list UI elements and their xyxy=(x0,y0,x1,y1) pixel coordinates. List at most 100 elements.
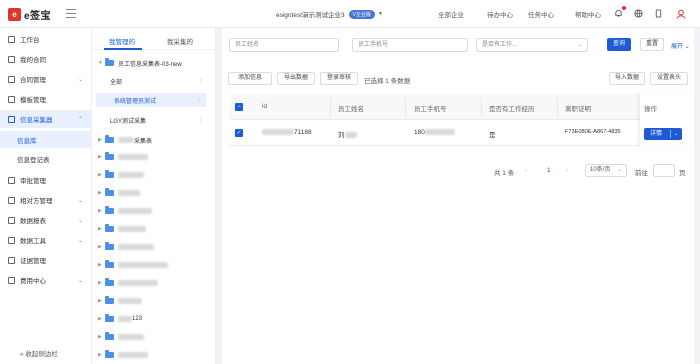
user-avatar-icon[interactable] xyxy=(676,9,686,19)
sidebar-item-billing[interactable]: 费用中心 ⌄ xyxy=(0,271,92,289)
expand-filters-link[interactable]: 展开 ⌄ xyxy=(671,41,690,50)
folder-icon xyxy=(105,58,114,66)
tree-folder[interactable]: ▶ xyxy=(92,330,212,344)
sidebar-item-label: 费用中心 xyxy=(20,278,46,285)
column-header-id[interactable]: id xyxy=(262,103,267,110)
add-info-button[interactable]: 添加信息 xyxy=(228,72,272,85)
tree-panel: 我管理的 我采集的 ▼ 员工信息采集表-03-new 全部 ⋮ 系统管理员测试 … xyxy=(92,28,216,364)
sidebar-item-data-reports[interactable]: 数据报表 ⌄ xyxy=(0,211,92,229)
tree-node-all[interactable]: 全部 ⋮ xyxy=(92,74,212,88)
chevron-right-icon: ▶ xyxy=(98,352,102,358)
prev-page-icon[interactable]: ‹ xyxy=(525,167,527,174)
tree-folder[interactable]: ▶ xyxy=(92,222,212,236)
folder-icon xyxy=(105,350,114,358)
sidebar-item-my-contracts[interactable]: 我的合同 xyxy=(0,50,92,68)
employee-phone-input[interactable]: 员工手机号 xyxy=(352,38,468,52)
sidebar-item-label: 信息采集器 xyxy=(20,117,53,124)
tab-active-indicator xyxy=(104,48,142,50)
sidebar-item-label: 模板管理 xyxy=(20,97,46,104)
sidebar-subitem-info-library[interactable]: 信息库 xyxy=(0,131,92,148)
page-number[interactable]: 1 xyxy=(547,167,551,174)
nav-task-center[interactable]: 任务中心 xyxy=(528,9,554,19)
tab-collected[interactable]: 我采集的 xyxy=(167,36,193,46)
sidebar-item-workbench[interactable]: 工作台 xyxy=(0,30,92,48)
column-header-phone[interactable]: 员工手机号 xyxy=(414,103,447,113)
column-header-name[interactable]: 员工姓名 xyxy=(338,103,364,113)
tab-managed[interactable]: 我管理的 xyxy=(109,36,135,46)
chevron-down-icon: ⌄ xyxy=(77,277,83,284)
sidebar-item-data-tools[interactable]: 数据工具 ⌄ xyxy=(0,231,92,249)
chevron-right-icon: ▶ xyxy=(98,334,102,340)
tree-folder[interactable]: ▶ xyxy=(92,168,212,182)
more-icon[interactable]: ⋮ xyxy=(198,117,204,124)
chevron-right-icon: ▶ xyxy=(98,226,102,232)
set-columns-button[interactable]: 设置表头 xyxy=(650,72,688,85)
sidebar-item-approval[interactable]: 审批管理 xyxy=(0,171,92,189)
nav-todo-center[interactable]: 待办中心 xyxy=(487,9,513,19)
chevron-right-icon: ▶ xyxy=(98,298,102,304)
next-page-icon[interactable]: › xyxy=(566,167,568,174)
chevron-up-icon: ⌃ xyxy=(77,116,83,123)
column-header-resignation-proof[interactable]: 离职证明 xyxy=(565,103,591,113)
tree-folder[interactable]: ▶ xyxy=(92,258,212,272)
sidebar-item-contract-management[interactable]: 合同管理 ⌄ xyxy=(0,70,92,88)
home-icon xyxy=(8,35,15,43)
sidebar-item-label: 相对方管理 xyxy=(20,198,53,205)
work-history-select[interactable]: 是否有工作... ⌄ xyxy=(476,38,588,52)
tree-folder[interactable]: ▶ 采集表 xyxy=(92,133,212,147)
employee-name-input[interactable]: 员工姓名 xyxy=(229,38,339,52)
tree-folder[interactable]: ▶ xyxy=(92,276,212,290)
more-icon[interactable]: ⋮ xyxy=(198,78,204,85)
cell-phone: 180 xyxy=(414,129,455,136)
tree-folder[interactable]: ▶ xyxy=(92,348,212,362)
sidebar-item-template-management[interactable]: 模板管理 xyxy=(0,90,92,108)
tree-node-admin-test[interactable]: 系统管理员测试 ⋮ xyxy=(96,93,206,107)
tree-root-node[interactable]: ▼ 员工信息采集表-03-new xyxy=(92,56,212,70)
tree-node-label: 采集表 xyxy=(134,138,153,145)
sidebar-subitem-info-registration[interactable]: 信息登记表 xyxy=(0,150,92,167)
nav-help-center[interactable]: 帮助中心 xyxy=(575,9,601,19)
tree-folder[interactable]: ▶ xyxy=(92,150,212,164)
chevron-down-icon: ▼ xyxy=(98,60,103,66)
tree-folder[interactable]: ▶ xyxy=(92,204,212,218)
select-all-checkbox[interactable]: − xyxy=(235,103,243,111)
tree-folder[interactable]: ▶ 123 xyxy=(92,312,212,326)
tree-folder[interactable]: ▶ xyxy=(92,294,212,308)
more-icon[interactable]: ⋮ xyxy=(196,97,202,104)
collapse-sidebar-button[interactable]: « 收起侧边栏 xyxy=(20,348,58,358)
tree-node-lgy[interactable]: LGY测试采集 ⋮ xyxy=(92,113,212,127)
tree-node-label: LGY测试采集 xyxy=(110,118,147,125)
import-data-button[interactable]: 导入数据 xyxy=(609,72,645,85)
logo-mark: e xyxy=(8,8,21,21)
nav-all-companies[interactable]: 全部企业 xyxy=(438,9,464,19)
tree-node-label: 123 xyxy=(132,316,143,322)
logo[interactable]: e e签宝 xyxy=(8,7,51,22)
page-size-select[interactable]: 10条/页 ⌄ xyxy=(585,164,627,177)
sidebar-item-counterparty[interactable]: 相对方管理 ⌄ xyxy=(0,191,92,209)
cell-resignation-proof[interactable]: F73E080E-A867-4835 xyxy=(565,129,621,135)
reset-button[interactable]: 重置 xyxy=(640,38,664,51)
phone-icon[interactable] xyxy=(654,9,663,18)
export-data-button[interactable]: 导出数据 xyxy=(277,72,315,85)
details-button[interactable]: 详情 ⌄ xyxy=(644,128,682,140)
cell-name: 刘 xyxy=(338,129,357,139)
tree-node-label: 系统管理员测试 xyxy=(114,98,157,105)
sidebar-item-info-collector[interactable]: 信息采集器 ⌃ xyxy=(0,110,92,128)
folder-icon xyxy=(105,260,114,268)
row-checkbox[interactable]: ✓ xyxy=(235,129,243,137)
tree-folder[interactable]: ▶ xyxy=(92,186,212,200)
login-review-button[interactable]: 登录审核 xyxy=(320,72,358,85)
chevron-down-icon[interactable]: ⌄ xyxy=(674,128,678,140)
table-row[interactable]: ✓ 71188 刘 180 是 F73E080E-A867-4835 xyxy=(230,120,690,146)
tree-tabs: 我管理的 我采集的 xyxy=(92,32,216,50)
column-header-work-history[interactable]: 是否有工作经历 xyxy=(489,103,535,113)
menu-toggle-icon[interactable] xyxy=(66,9,76,18)
chevron-down-icon: ▼ xyxy=(377,11,383,17)
goto-page-input[interactable] xyxy=(653,164,675,177)
bell-icon[interactable] xyxy=(614,6,626,18)
globe-icon[interactable] xyxy=(634,9,643,18)
tree-folder[interactable]: ▶ xyxy=(92,240,212,254)
query-button[interactable]: 查询 xyxy=(607,38,631,51)
sidebar-item-evidence[interactable]: 证据管理 xyxy=(0,251,92,269)
company-switcher[interactable]: esigntest演示测试企业3 V企业版 ▼ xyxy=(276,7,383,21)
